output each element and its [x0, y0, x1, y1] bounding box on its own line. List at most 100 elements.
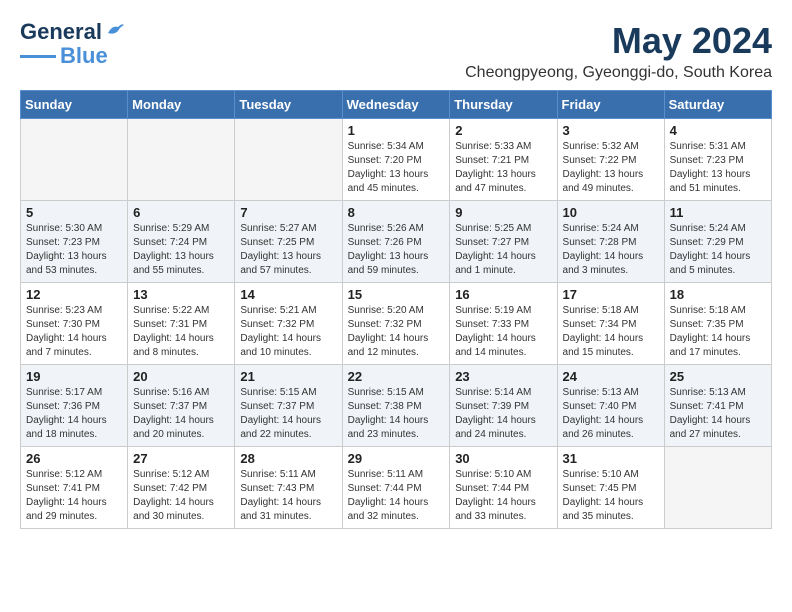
day-number: 21	[240, 369, 336, 384]
day-info: Sunrise: 5:33 AM Sunset: 7:21 PM Dayligh…	[455, 140, 551, 196]
calendar-day-cell: 2 Sunrise: 5:33 AM Sunset: 7:21 PM Daylig…	[450, 119, 557, 201]
title-section: May 2024 Cheongpyeong, Gyeonggi-do, Sout…	[465, 20, 772, 82]
day-number: 17	[563, 287, 659, 302]
day-info: Sunrise: 5:14 AM Sunset: 7:39 PM Dayligh…	[455, 386, 551, 442]
day-info: Sunrise: 5:23 AM Sunset: 7:30 PM Dayligh…	[26, 304, 122, 360]
calendar-day-cell: 14 Sunrise: 5:21 AM Sunset: 7:32 PM Dayli…	[235, 283, 342, 365]
calendar-day-cell: 6 Sunrise: 5:29 AM Sunset: 7:24 PM Daylig…	[128, 201, 235, 283]
day-number: 12	[26, 287, 122, 302]
weekday-header-saturday: Saturday	[664, 91, 771, 119]
day-number: 14	[240, 287, 336, 302]
weekday-header-tuesday: Tuesday	[235, 91, 342, 119]
day-info: Sunrise: 5:19 AM Sunset: 7:33 PM Dayligh…	[455, 304, 551, 360]
weekday-header-row: SundayMondayTuesdayWednesdayThursdayFrid…	[21, 91, 772, 119]
day-number: 25	[670, 369, 766, 384]
logo: General Blue	[20, 20, 126, 68]
calendar-day-cell: 15 Sunrise: 5:20 AM Sunset: 7:32 PM Dayli…	[342, 283, 450, 365]
day-number: 6	[133, 205, 229, 220]
day-number: 10	[563, 205, 659, 220]
day-info: Sunrise: 5:24 AM Sunset: 7:28 PM Dayligh…	[563, 222, 659, 278]
day-info: Sunrise: 5:15 AM Sunset: 7:38 PM Dayligh…	[348, 386, 445, 442]
calendar-week-row: 5 Sunrise: 5:30 AM Sunset: 7:23 PM Daylig…	[21, 201, 772, 283]
weekday-header-sunday: Sunday	[21, 91, 128, 119]
calendar-week-row: 26Sunrise: 5:12 AM Sunset: 7:41 PM Dayli…	[21, 447, 772, 529]
calendar-day-cell: 1 Sunrise: 5:34 AM Sunset: 7:20 PM Daylig…	[342, 119, 450, 201]
calendar-day-cell: 26Sunrise: 5:12 AM Sunset: 7:41 PM Dayli…	[21, 447, 128, 529]
calendar-day-cell: 11Sunrise: 5:24 AM Sunset: 7:29 PM Dayli…	[664, 201, 771, 283]
day-info: Sunrise: 5:24 AM Sunset: 7:29 PM Dayligh…	[670, 222, 766, 278]
day-info: Sunrise: 5:13 AM Sunset: 7:41 PM Dayligh…	[670, 386, 766, 442]
day-number: 29	[348, 451, 445, 466]
calendar-day-cell: 30 Sunrise: 5:10 AM Sunset: 7:44 PM Dayli…	[450, 447, 557, 529]
day-number: 23	[455, 369, 551, 384]
calendar-day-cell: 4 Sunrise: 5:31 AM Sunset: 7:23 PM Daylig…	[664, 119, 771, 201]
calendar-day-cell: 9Sunrise: 5:25 AM Sunset: 7:27 PM Daylig…	[450, 201, 557, 283]
day-number: 27	[133, 451, 229, 466]
day-number: 1	[348, 123, 445, 138]
day-info: Sunrise: 5:17 AM Sunset: 7:36 PM Dayligh…	[26, 386, 122, 442]
calendar-day-cell: 22 Sunrise: 5:15 AM Sunset: 7:38 PM Dayli…	[342, 365, 450, 447]
day-info: Sunrise: 5:34 AM Sunset: 7:20 PM Dayligh…	[348, 140, 445, 196]
logo-bird-icon	[104, 19, 126, 41]
day-info: Sunrise: 5:18 AM Sunset: 7:35 PM Dayligh…	[670, 304, 766, 360]
calendar-day-cell: 31 Sunrise: 5:10 AM Sunset: 7:45 PM Dayli…	[557, 447, 664, 529]
day-number: 2	[455, 123, 551, 138]
day-info: Sunrise: 5:20 AM Sunset: 7:32 PM Dayligh…	[348, 304, 445, 360]
month-title: May 2024	[465, 20, 772, 62]
calendar-day-cell: 29 Sunrise: 5:11 AM Sunset: 7:44 PM Dayli…	[342, 447, 450, 529]
day-number: 28	[240, 451, 336, 466]
calendar-day-cell: 8 Sunrise: 5:26 AM Sunset: 7:26 PM Daylig…	[342, 201, 450, 283]
day-number: 19	[26, 369, 122, 384]
calendar-day-cell: 13Sunrise: 5:22 AM Sunset: 7:31 PM Dayli…	[128, 283, 235, 365]
day-info: Sunrise: 5:31 AM Sunset: 7:23 PM Dayligh…	[670, 140, 766, 196]
calendar-day-cell: 27 Sunrise: 5:12 AM Sunset: 7:42 PM Dayli…	[128, 447, 235, 529]
calendar-week-row: 12 Sunrise: 5:23 AM Sunset: 7:30 PM Dayli…	[21, 283, 772, 365]
weekday-header-friday: Friday	[557, 91, 664, 119]
day-info: Sunrise: 5:29 AM Sunset: 7:24 PM Dayligh…	[133, 222, 229, 278]
day-number: 4	[670, 123, 766, 138]
calendar-table: SundayMondayTuesdayWednesdayThursdayFrid…	[20, 90, 772, 529]
day-info: Sunrise: 5:10 AM Sunset: 7:44 PM Dayligh…	[455, 468, 551, 524]
day-number: 18	[670, 287, 766, 302]
calendar-day-cell: 3Sunrise: 5:32 AM Sunset: 7:22 PM Daylig…	[557, 119, 664, 201]
day-info: Sunrise: 5:12 AM Sunset: 7:42 PM Dayligh…	[133, 468, 229, 524]
logo-text-blue: Blue	[60, 44, 108, 68]
day-info: Sunrise: 5:11 AM Sunset: 7:44 PM Dayligh…	[348, 468, 445, 524]
day-info: Sunrise: 5:16 AM Sunset: 7:37 PM Dayligh…	[133, 386, 229, 442]
day-info: Sunrise: 5:30 AM Sunset: 7:23 PM Dayligh…	[26, 222, 122, 278]
page-header: General Blue May 2024 Cheongpyeong, Gyeo…	[20, 20, 772, 82]
calendar-day-cell: 28 Sunrise: 5:11 AM Sunset: 7:43 PM Dayli…	[235, 447, 342, 529]
calendar-day-cell: 24Sunrise: 5:13 AM Sunset: 7:40 PM Dayli…	[557, 365, 664, 447]
calendar-day-cell: 12 Sunrise: 5:23 AM Sunset: 7:30 PM Dayli…	[21, 283, 128, 365]
calendar-week-row: 19 Sunrise: 5:17 AM Sunset: 7:36 PM Dayli…	[21, 365, 772, 447]
logo-text-general: General	[20, 20, 102, 44]
day-number: 30	[455, 451, 551, 466]
calendar-day-cell: 19 Sunrise: 5:17 AM Sunset: 7:36 PM Dayli…	[21, 365, 128, 447]
calendar-week-row: 1 Sunrise: 5:34 AM Sunset: 7:20 PM Daylig…	[21, 119, 772, 201]
calendar-day-cell: 25 Sunrise: 5:13 AM Sunset: 7:41 PM Dayli…	[664, 365, 771, 447]
calendar-day-cell	[664, 447, 771, 529]
day-info: Sunrise: 5:32 AM Sunset: 7:22 PM Dayligh…	[563, 140, 659, 196]
day-number: 26	[26, 451, 122, 466]
calendar-day-cell: 23 Sunrise: 5:14 AM Sunset: 7:39 PM Dayli…	[450, 365, 557, 447]
day-number: 31	[563, 451, 659, 466]
weekday-header-thursday: Thursday	[450, 91, 557, 119]
day-info: Sunrise: 5:11 AM Sunset: 7:43 PM Dayligh…	[240, 468, 336, 524]
day-number: 5	[26, 205, 122, 220]
day-info: Sunrise: 5:10 AM Sunset: 7:45 PM Dayligh…	[563, 468, 659, 524]
calendar-day-cell: 16Sunrise: 5:19 AM Sunset: 7:33 PM Dayli…	[450, 283, 557, 365]
day-number: 8	[348, 205, 445, 220]
day-number: 20	[133, 369, 229, 384]
day-info: Sunrise: 5:25 AM Sunset: 7:27 PM Dayligh…	[455, 222, 551, 278]
calendar-day-cell: 7Sunrise: 5:27 AM Sunset: 7:25 PM Daylig…	[235, 201, 342, 283]
day-info: Sunrise: 5:21 AM Sunset: 7:32 PM Dayligh…	[240, 304, 336, 360]
day-info: Sunrise: 5:26 AM Sunset: 7:26 PM Dayligh…	[348, 222, 445, 278]
calendar-day-cell: 5 Sunrise: 5:30 AM Sunset: 7:23 PM Daylig…	[21, 201, 128, 283]
weekday-header-monday: Monday	[128, 91, 235, 119]
location-title: Cheongpyeong, Gyeonggi-do, South Korea	[465, 64, 772, 82]
day-info: Sunrise: 5:22 AM Sunset: 7:31 PM Dayligh…	[133, 304, 229, 360]
calendar-day-cell: 17Sunrise: 5:18 AM Sunset: 7:34 PM Dayli…	[557, 283, 664, 365]
weekday-header-wednesday: Wednesday	[342, 91, 450, 119]
day-number: 15	[348, 287, 445, 302]
day-number: 22	[348, 369, 445, 384]
